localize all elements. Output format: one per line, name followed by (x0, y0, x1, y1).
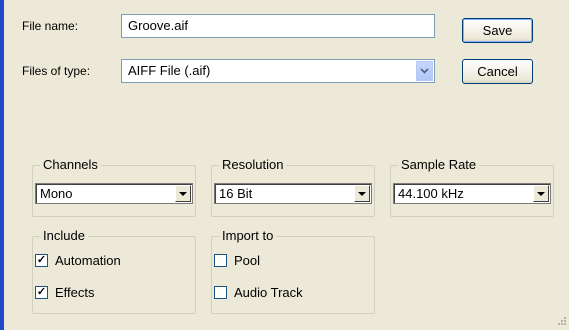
checkmark-icon: ✓ (36, 286, 47, 298)
file-type-value: AIFF File (.aif) (128, 63, 211, 78)
audio-track-checkbox[interactable] (214, 286, 227, 299)
channels-title: Channels (40, 157, 101, 172)
pool-checkbox-row[interactable]: Pool (214, 253, 260, 268)
include-group: Include (32, 228, 196, 314)
export-dialog: File name: Groove.aif Files of type: AIF… (0, 0, 569, 330)
pool-checkbox[interactable] (214, 254, 227, 267)
file-type-combo[interactable]: AIFF File (.aif) (121, 59, 435, 83)
sample-rate-select[interactable]: 44.100 kHz (393, 183, 551, 204)
triangle-down-icon[interactable] (175, 185, 191, 202)
file-type-label: Files of type: (22, 64, 91, 78)
resize-grip-icon[interactable] (555, 316, 567, 328)
automation-checkbox[interactable]: ✓ (35, 254, 48, 267)
audio-track-checkbox-row[interactable]: Audio Track (214, 285, 303, 300)
effects-label: Effects (55, 285, 95, 300)
triangle-down-icon[interactable] (354, 185, 370, 202)
resolution-title: Resolution (219, 157, 287, 172)
save-button[interactable]: Save (462, 18, 533, 43)
sample-rate-value: 44.100 kHz (398, 186, 464, 201)
automation-checkbox-row[interactable]: ✓ Automation (35, 253, 121, 268)
file-name-input[interactable]: Groove.aif (121, 14, 435, 38)
audio-track-label: Audio Track (234, 285, 303, 300)
cancel-button[interactable]: Cancel (462, 59, 533, 84)
resolution-select[interactable]: 16 Bit (214, 183, 372, 204)
sample-rate-title: Sample Rate (398, 157, 480, 172)
triangle-down-icon[interactable] (533, 185, 549, 202)
file-name-label: File name: (22, 19, 79, 33)
channels-value: Mono (40, 186, 73, 201)
checkmark-icon: ✓ (36, 254, 47, 266)
include-title: Include (40, 228, 88, 243)
pool-label: Pool (234, 253, 261, 268)
import-to-title: Import to (219, 228, 277, 243)
effects-checkbox-row[interactable]: ✓ Effects (35, 285, 95, 300)
chevron-down-icon[interactable] (416, 61, 433, 81)
channels-select[interactable]: Mono (35, 183, 193, 204)
import-to-group: Import to (211, 228, 375, 314)
resolution-value: 16 Bit (219, 186, 253, 201)
effects-checkbox[interactable]: ✓ (35, 286, 48, 299)
automation-label: Automation (55, 253, 121, 268)
